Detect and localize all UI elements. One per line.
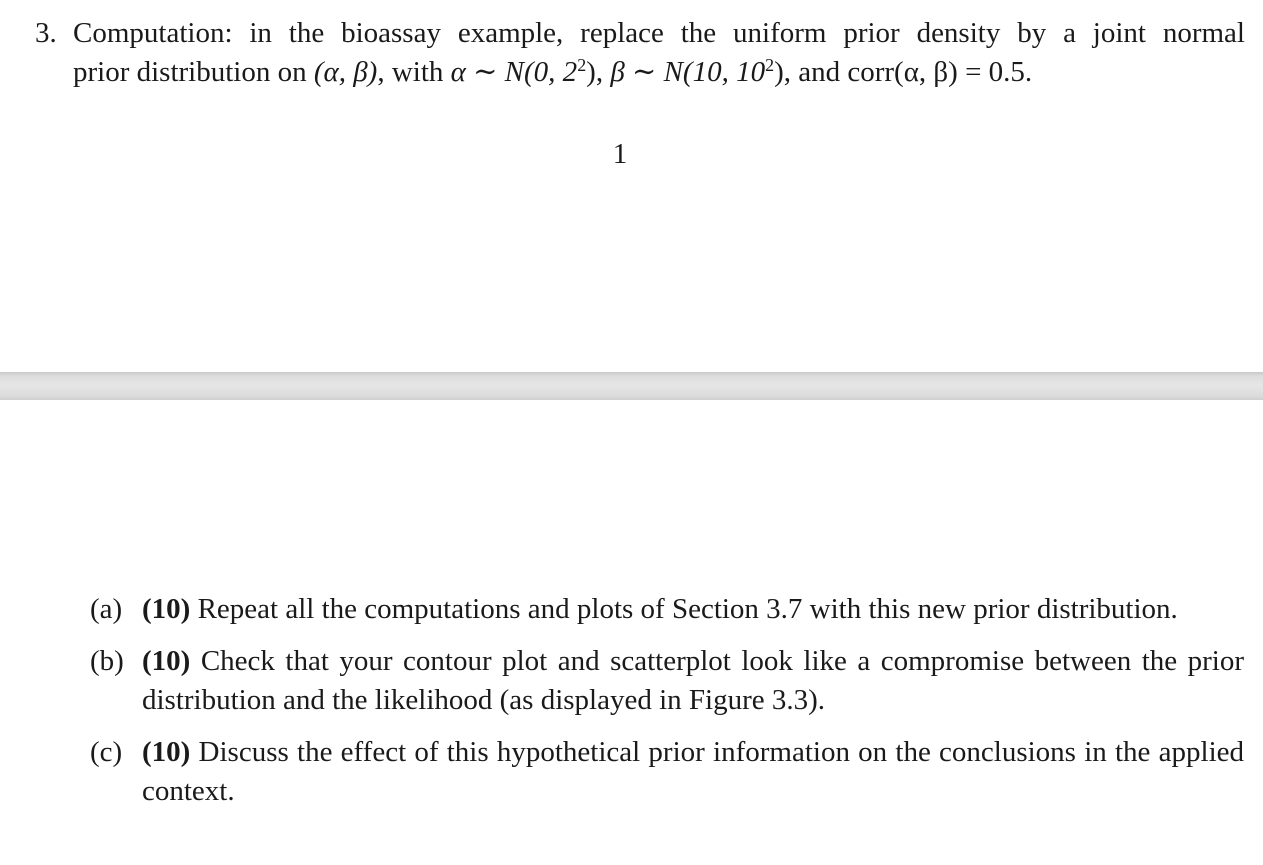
and-text: and [791, 56, 848, 88]
alpha-dist-text: α ∼ N(0, 2 [450, 56, 578, 88]
part-label: (a) [90, 593, 123, 625]
problem-text: Computation: in the bioassay example, re… [73, 14, 1245, 92]
beta-close: ), [774, 56, 791, 88]
part-b: (b) (10) Check that your contour plot an… [90, 642, 1244, 720]
document-page-2: (a) (10) Repeat all the computations and… [0, 400, 1263, 865]
points: (10) [142, 736, 191, 768]
sub-questions: (a) (10) Repeat all the computations and… [90, 590, 1244, 824]
alpha-beta-pair: (α, β) [313, 56, 378, 88]
problem-statement: 3. Computation: in the bioassay example,… [35, 14, 1245, 92]
part-body: (10) Repeat all the computations and plo… [142, 590, 1244, 629]
part-text: Discuss the effect of this hypothetical … [142, 736, 1244, 807]
part-a: (a) (10) Repeat all the computations and… [90, 590, 1244, 629]
correlation: corr(α, β) = 0.5. [847, 56, 1033, 88]
beta-dist-text: β ∼ N(10, 10 [610, 56, 766, 88]
part-text: Repeat all the computations and plots of… [190, 593, 1178, 625]
problem-number: 3. [35, 17, 57, 49]
alpha-exponent: 2 [577, 55, 587, 76]
beta-exponent: 2 [765, 55, 775, 76]
prior-text: prior distribution on [73, 56, 314, 88]
page-separator [0, 372, 1263, 400]
beta-distribution: β ∼ N(10, 102), [610, 56, 791, 88]
with-text: , with [377, 56, 451, 88]
part-c: (c) (10) Discuss the effect of this hypo… [90, 733, 1244, 811]
points: (10) [142, 593, 191, 625]
alpha-close: ), [586, 56, 604, 88]
document-page-1: 3. Computation: in the bioassay example,… [0, 0, 1263, 372]
problem-line-2: prior distribution on (α, β), with α ∼ N… [73, 53, 1245, 92]
alpha-distribution: α ∼ N(0, 22), [451, 56, 603, 88]
part-text: Check that your contour plot and scatter… [142, 645, 1244, 716]
part-body: (10) Check that your contour plot and sc… [142, 642, 1244, 720]
points: (10) [142, 645, 191, 677]
part-body: (10) Discuss the effect of this hypothet… [142, 733, 1244, 811]
part-label: (b) [90, 645, 124, 677]
problem-line-1: Computation: in the bioassay example, re… [73, 17, 1245, 49]
page-number: 1 [612, 138, 628, 170]
part-label: (c) [90, 736, 123, 768]
